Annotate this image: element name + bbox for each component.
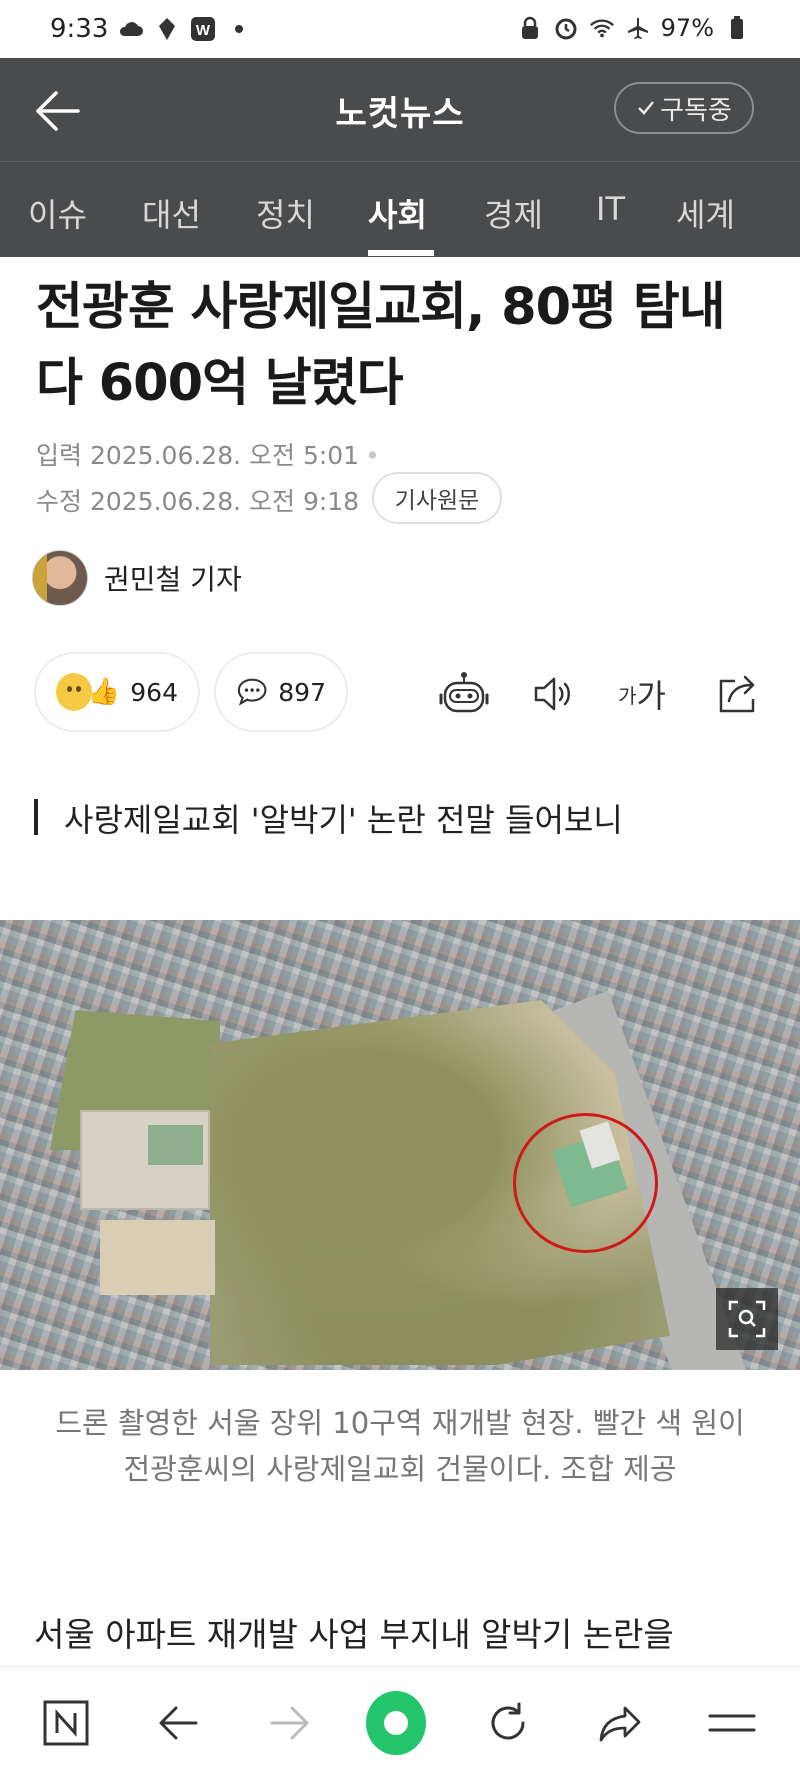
n-logo-icon	[43, 1700, 89, 1746]
subscribe-label: 구독중	[660, 95, 732, 126]
robot-icon	[439, 672, 489, 713]
tab-politics[interactable]: 정치	[256, 190, 315, 236]
tab-economy[interactable]: 경제	[484, 190, 543, 236]
check-icon	[638, 101, 655, 115]
edit-label: 수정	[36, 487, 83, 516]
wifi-icon	[589, 15, 615, 41]
location-icon	[154, 16, 180, 42]
naver-home-button[interactable]	[36, 1693, 96, 1753]
menu-button[interactable]	[702, 1693, 762, 1753]
article-headline: 전광훈 사랑제일교회, 80평 탐내다 600억 날렸다	[36, 278, 726, 413]
subscribe-button[interactable]: 구독중	[614, 82, 754, 134]
thumbs-up-icon: 👍	[87, 677, 121, 707]
reaction-button[interactable]: 👍 964	[34, 652, 200, 732]
browser-bottom-nav	[0, 1666, 800, 1778]
font-size-button[interactable]: 가가	[616, 668, 668, 720]
font-size-icon: 가	[618, 683, 637, 708]
airplane-icon	[625, 15, 651, 41]
share-icon	[719, 675, 755, 713]
smiley-icon	[56, 673, 92, 711]
comment-button[interactable]: 897	[214, 652, 348, 732]
nav-forward-button[interactable]	[260, 1693, 320, 1753]
tab-it[interactable]: IT	[596, 190, 625, 228]
arrow-left-icon	[159, 1706, 198, 1740]
green-dot-button[interactable]	[366, 1691, 426, 1755]
school-roof	[148, 1125, 203, 1165]
ai-summary-button[interactable]	[438, 668, 490, 720]
tab-issue[interactable]: 이슈	[28, 190, 87, 236]
alarm-icon	[553, 15, 579, 41]
cloud-icon	[118, 16, 144, 42]
nav-back-button[interactable]	[148, 1693, 208, 1753]
battery-percent: 97%	[660, 14, 714, 42]
share-arrow-icon	[599, 1706, 641, 1742]
author-row[interactable]: 권민철 기자	[32, 550, 242, 606]
published-date: 입력 2025.06.28. 오전 5:01 •	[36, 441, 380, 470]
tab-society[interactable]: 사회	[368, 190, 427, 236]
nav-share-button[interactable]	[590, 1693, 650, 1753]
svg-text:W: W	[196, 22, 211, 39]
reaction-count: 964	[130, 677, 178, 707]
status-bar: 9:33 W 97%	[0, 0, 800, 58]
lock-icon	[517, 15, 543, 41]
tts-button[interactable]	[528, 668, 580, 720]
edit-date: 2025.06.28. 오전 9:18	[89, 487, 360, 516]
arrow-right-icon	[270, 1706, 309, 1740]
refresh-icon	[491, 1702, 525, 1740]
article-photo[interactable]	[0, 920, 800, 1370]
input-label: 입력	[36, 441, 83, 470]
status-time: 9:33	[50, 14, 109, 44]
article-body: 서울 아파트 재개발 사업 부지내 알박기 논란을	[34, 1615, 674, 1654]
comment-icon	[237, 678, 267, 706]
input-date: 2025.06.28. 오전 5:01	[89, 441, 360, 470]
menu-icon	[708, 1714, 756, 1732]
photo-caption: 드론 촬영한 서울 장위 10구역 재개발 현장. 빨간 색 원이 전광훈씨의 …	[55, 1406, 745, 1486]
status-right-icons: 97%	[517, 14, 750, 42]
tab-world[interactable]: 세계	[676, 190, 735, 236]
article-subheading: 사랑제일교회 '알박기' 논란 전말 들어보니	[34, 795, 623, 841]
battery-icon	[724, 15, 750, 41]
zoom-icon	[728, 1300, 766, 1338]
highlight-circle	[513, 1113, 658, 1253]
share-button[interactable]	[712, 668, 764, 720]
active-tab-indicator	[368, 250, 434, 256]
green-circle-icon	[366, 1691, 426, 1755]
original-article-button[interactable]: 기사원문	[372, 472, 502, 524]
tab-election[interactable]: 대선	[142, 190, 201, 236]
app-header: 노컷뉴스 구독중	[0, 58, 800, 161]
speaker-icon	[534, 677, 570, 711]
photo-zoom-button[interactable]	[716, 1288, 778, 1350]
modified-date: 수정 2025.06.28. 오전 9:18	[36, 482, 359, 518]
school-field	[100, 1220, 215, 1295]
author-name: 권민철 기자	[104, 563, 242, 596]
w-app-icon: W	[190, 16, 216, 42]
category-tabs: 이슈 대선 정치 사회 경제 IT 세계	[0, 161, 800, 257]
comment-count: 897	[278, 677, 326, 707]
dot-icon	[226, 16, 252, 42]
refresh-button[interactable]	[478, 1693, 538, 1753]
status-left-icons: W	[118, 16, 252, 42]
author-avatar	[32, 550, 88, 606]
